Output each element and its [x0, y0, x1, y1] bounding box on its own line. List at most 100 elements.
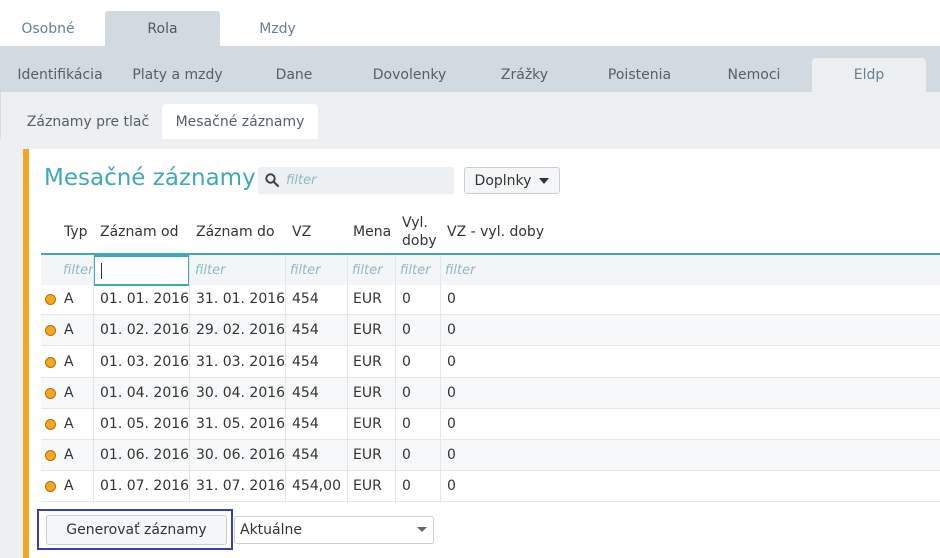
table-row[interactable]: A 01. 06. 2016 30. 06. 2016 454 EUR 0 0 — [41, 440, 940, 471]
status-dot-icon — [45, 481, 56, 492]
tab-zaznamy-pre-tlac[interactable]: Záznamy pre tlač — [15, 104, 161, 139]
filter-vz-vyl-doby[interactable]: filter — [442, 258, 475, 284]
chevron-down-icon — [417, 527, 427, 532]
cell-zaznam-do: 29. 02. 2016 — [196, 322, 286, 338]
cell-vz-vyl-doby: 0 — [447, 416, 456, 432]
generate-records-button[interactable]: Generovať záznamy — [46, 515, 227, 545]
column-divider — [93, 255, 94, 503]
tab-identifikacia[interactable]: Identifikácia — [0, 58, 120, 92]
table-row[interactable]: A 01. 07. 2016 31. 07. 2016 454,00 EUR 0… — [41, 471, 940, 502]
text-cursor — [101, 263, 102, 279]
header-vyl-doby-line1: Vyl. — [402, 215, 428, 231]
tab-platy-a-mzdy[interactable]: Platy a mzdy — [120, 58, 235, 92]
column-divider — [395, 255, 396, 503]
header-vyl-doby[interactable]: Vyl. doby — [402, 214, 437, 250]
cell-zaznam-od: 01. 01. 2016 — [100, 291, 190, 307]
cell-typ: A — [64, 291, 74, 307]
cell-zaznam-od: 01. 07. 2016 — [100, 478, 190, 494]
status-dot-icon — [45, 388, 56, 399]
period-select-value: Aktuálne — [240, 522, 303, 538]
cell-zaznam-do: 30. 06. 2016 — [196, 447, 286, 463]
filter-vyl-doby[interactable]: filter — [397, 258, 430, 284]
cell-zaznam-do: 31. 03. 2016 — [196, 354, 286, 370]
search-icon — [265, 173, 280, 188]
table-row[interactable]: A 01. 01. 2016 31. 01. 2016 454 EUR 0 0 — [41, 284, 940, 315]
cell-vz: 454,00 — [292, 478, 341, 494]
page-title: Mesačné záznamy — [44, 165, 256, 191]
filter-vz[interactable]: filter — [287, 258, 320, 284]
tab-nemoci[interactable]: Nemoci — [696, 58, 812, 92]
table-row[interactable]: A 01. 04. 2016 30. 04. 2016 454 EUR 0 0 — [41, 378, 940, 409]
header-zaznam-od[interactable]: Záznam od — [100, 223, 179, 241]
header-vz[interactable]: VZ — [292, 223, 311, 241]
tab-dovolenky[interactable]: Dovolenky — [353, 58, 466, 92]
column-divider — [285, 255, 286, 503]
search-input[interactable] — [286, 167, 450, 194]
period-select[interactable]: Aktuálne — [234, 516, 434, 544]
status-dot-icon — [45, 450, 56, 461]
cell-vyl-doby: 0 — [402, 354, 411, 370]
cell-vz: 454 — [292, 447, 319, 463]
header-vz-vyl-doby[interactable]: VZ - vyl. doby — [447, 223, 544, 241]
tab-dane[interactable]: Dane — [235, 58, 353, 92]
cell-zaznam-do: 31. 05. 2016 — [196, 416, 286, 432]
cell-zaznam-do: 31. 01. 2016 — [196, 291, 286, 307]
filter-zaznam-do[interactable]: filter — [192, 258, 225, 284]
header-vyl-doby-line2: doby — [402, 233, 437, 249]
cell-mena: EUR — [353, 478, 382, 494]
cell-vyl-doby: 0 — [402, 385, 411, 401]
cell-zaznam-od: 01. 05. 2016 — [100, 416, 190, 432]
cell-mena: EUR — [353, 291, 382, 307]
cell-vyl-doby: 0 — [402, 447, 411, 463]
tab-rola[interactable]: Rola — [105, 11, 220, 46]
cell-zaznam-od: 01. 04. 2016 — [100, 385, 190, 401]
doplnky-button[interactable]: Doplnky — [464, 167, 560, 194]
tertiary-tabs: Záznamy pre tlač Mesačné záznamy — [0, 92, 940, 139]
tab-mesacne-zaznamy[interactable]: Mesačné záznamy — [162, 104, 318, 139]
cell-vz-vyl-doby: 0 — [447, 478, 456, 494]
header-typ[interactable]: Typ — [64, 223, 88, 241]
tab-eldp[interactable]: Eldp — [812, 58, 926, 92]
cell-vz-vyl-doby: 0 — [447, 291, 456, 307]
status-dot-icon — [45, 357, 56, 368]
cell-mena: EUR — [353, 385, 382, 401]
doplnky-label: Doplnky — [474, 172, 532, 189]
table-row[interactable]: A 01. 03. 2016 31. 03. 2016 454 EUR 0 0 — [41, 347, 940, 378]
tab-zrazky[interactable]: Zrážky — [466, 58, 583, 92]
cell-mena: EUR — [353, 416, 382, 432]
search-box — [258, 167, 454, 194]
header-zaznam-do[interactable]: Záznam do — [196, 223, 275, 241]
tab-osobne[interactable]: Osobné — [0, 11, 96, 46]
cell-vz: 454 — [292, 416, 319, 432]
table-row[interactable]: A 01. 05. 2016 31. 05. 2016 454 EUR 0 0 — [41, 409, 940, 440]
cell-vz: 454 — [292, 354, 319, 370]
cell-typ: A — [64, 478, 74, 494]
column-divider — [440, 255, 441, 503]
cell-zaznam-od: 01. 02. 2016 — [100, 322, 190, 338]
table-row[interactable]: A 01. 02. 2016 29. 02. 2016 454 EUR 0 0 — [41, 315, 940, 346]
cell-vz-vyl-doby: 0 — [447, 322, 456, 338]
cell-typ: A — [64, 354, 74, 370]
cell-zaznam-od: 01. 06. 2016 — [100, 447, 190, 463]
filter-zaznam-od-input[interactable] — [93, 255, 190, 286]
cell-typ: A — [64, 416, 74, 432]
filter-typ[interactable]: filter — [60, 258, 93, 284]
cell-typ: A — [64, 322, 74, 338]
chevron-down-icon — [539, 177, 550, 184]
column-divider — [189, 255, 190, 503]
column-divider — [347, 255, 348, 503]
status-dot-icon — [45, 294, 56, 305]
cell-mena: EUR — [353, 354, 382, 370]
tab-mzdy[interactable]: Mzdy — [220, 11, 335, 46]
cell-zaznam-od: 01. 03. 2016 — [100, 354, 190, 370]
tab-poistenia[interactable]: Poistenia — [583, 58, 696, 92]
filter-mena[interactable]: filter — [349, 258, 382, 284]
cell-vz-vyl-doby: 0 — [447, 354, 456, 370]
cell-typ: A — [64, 447, 74, 463]
cell-vz: 454 — [292, 385, 319, 401]
cell-zaznam-do: 31. 07. 2016 — [196, 478, 286, 494]
header-mena[interactable]: Mena — [353, 223, 391, 241]
cell-mena: EUR — [353, 322, 382, 338]
cell-mena: EUR — [353, 447, 382, 463]
cell-vyl-doby: 0 — [402, 291, 411, 307]
